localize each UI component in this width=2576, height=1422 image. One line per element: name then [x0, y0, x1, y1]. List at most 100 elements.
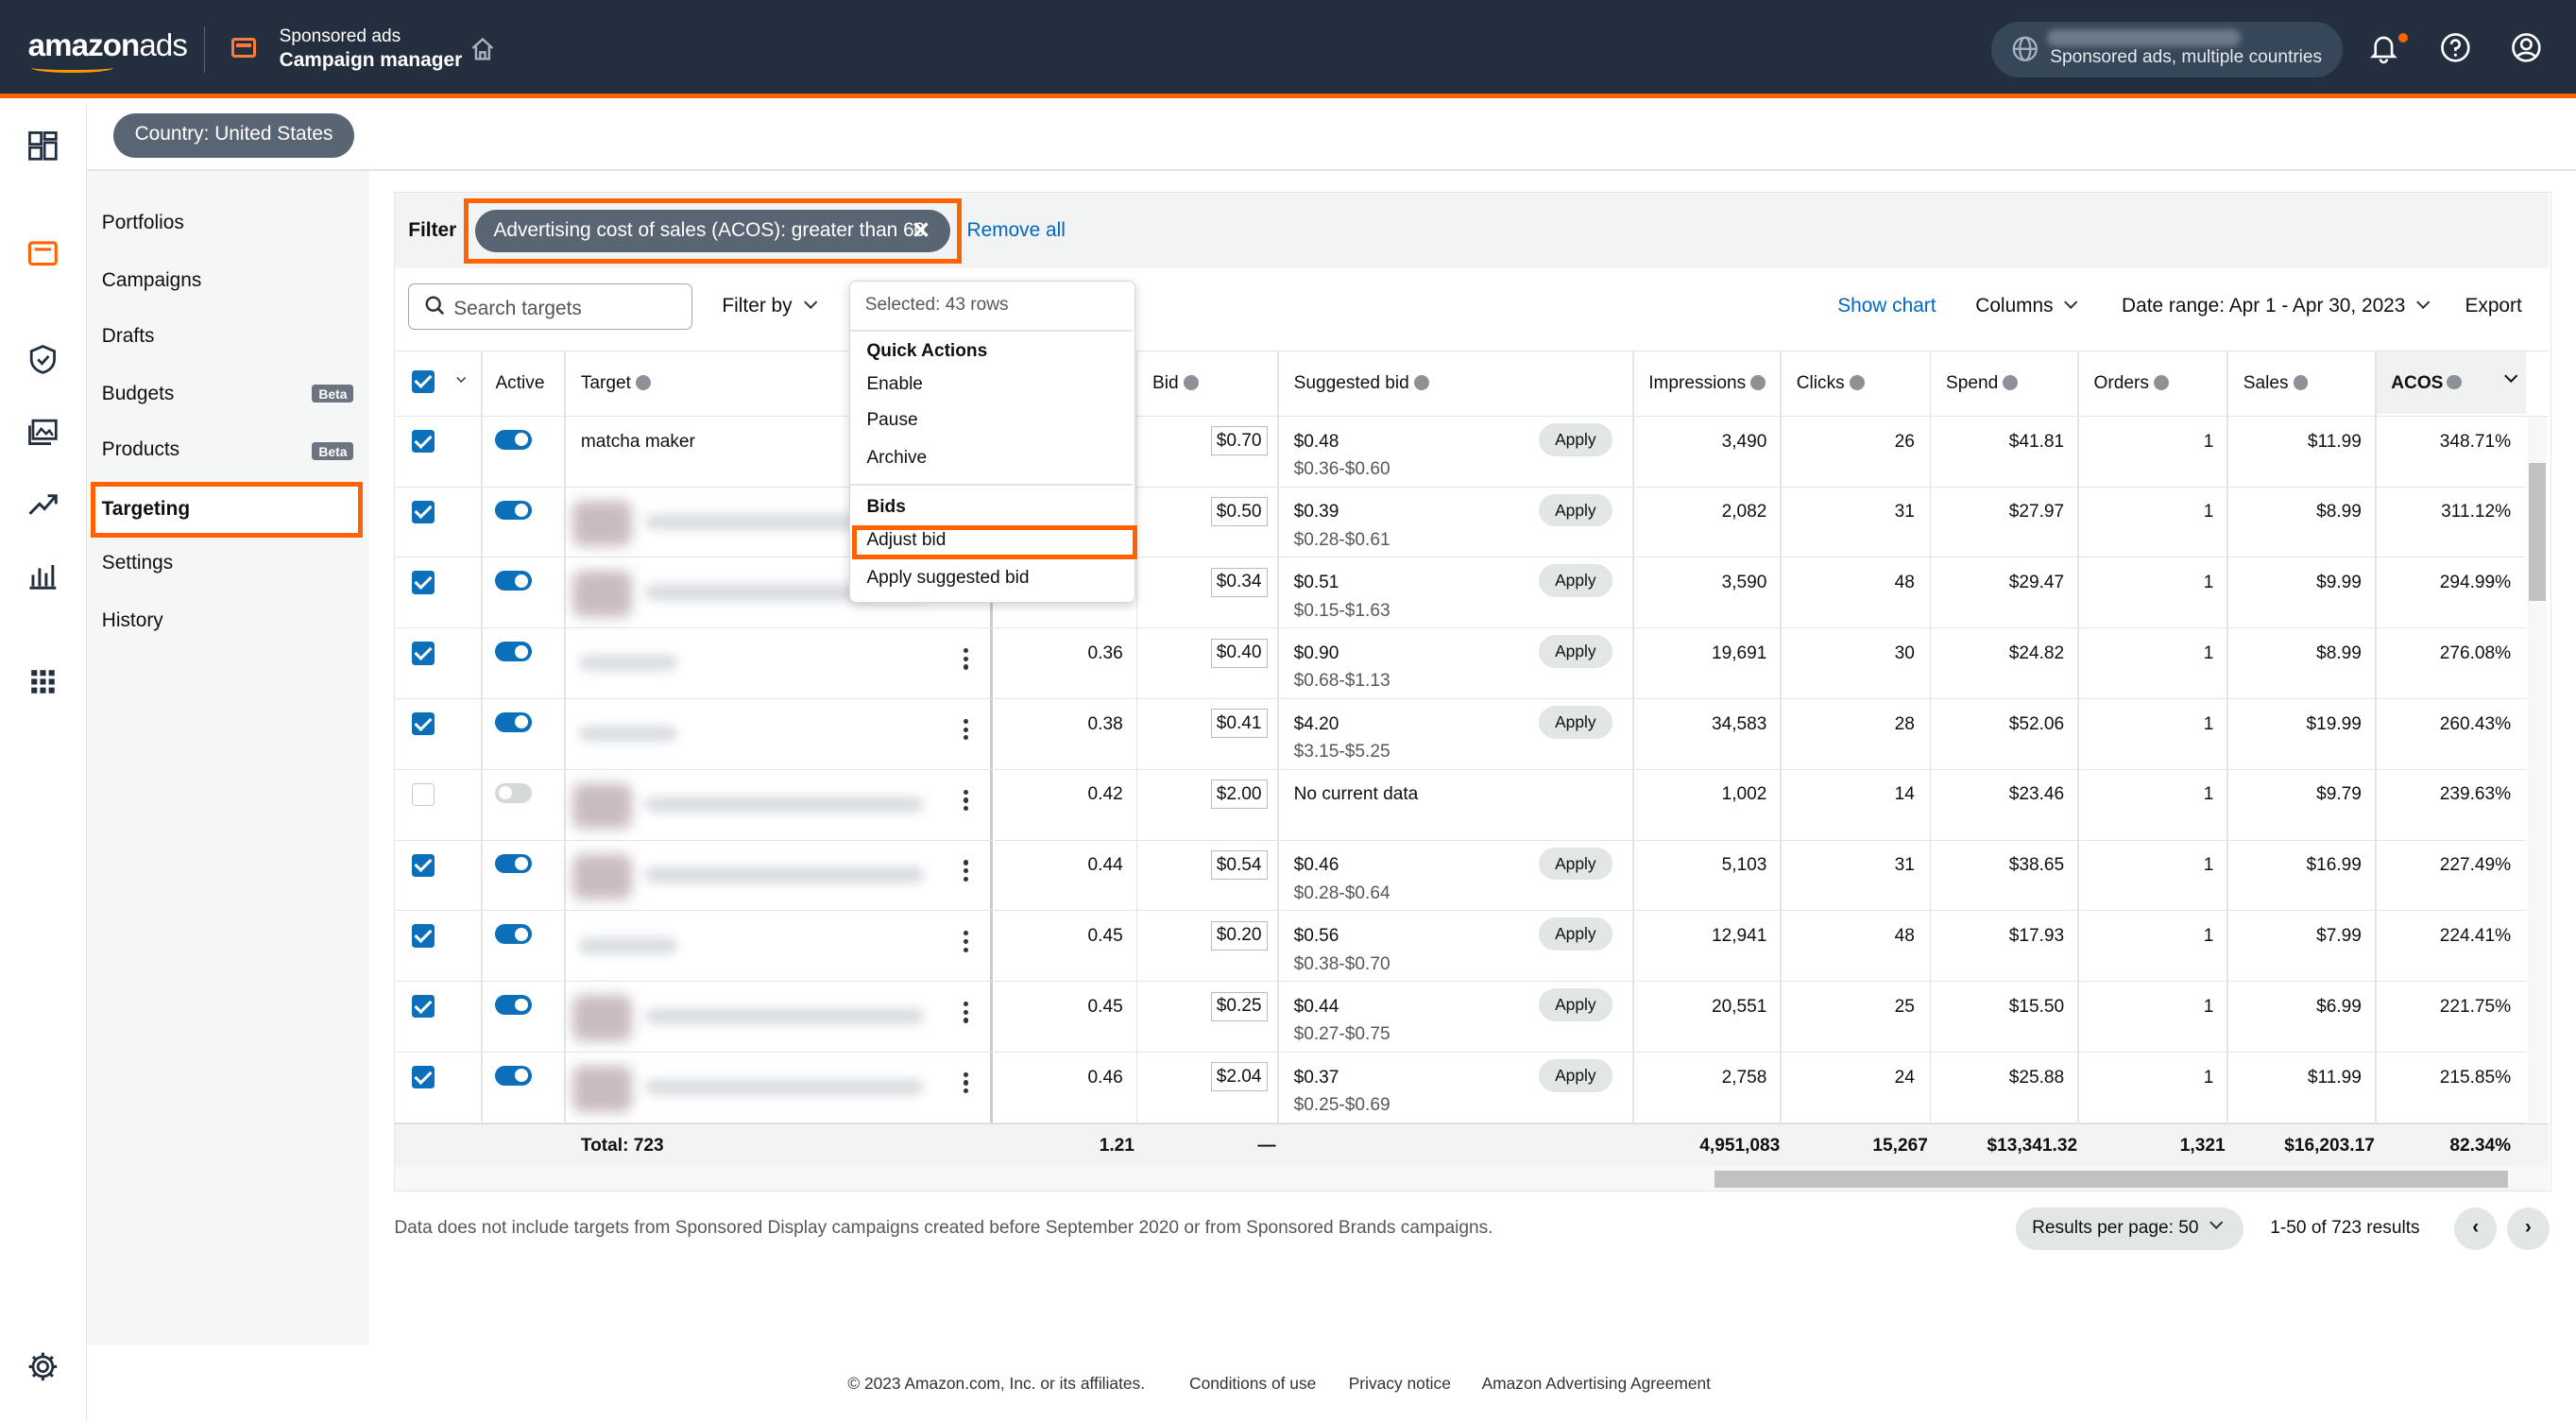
- row-checkbox[interactable]: [411, 782, 435, 807]
- nav-item-campaigns[interactable]: Campaigns: [102, 269, 202, 292]
- results-per-page-select[interactable]: Results per page: 50: [2015, 1208, 2244, 1251]
- row-checkbox[interactable]: [411, 1065, 435, 1089]
- bid-input[interactable]: $0.25: [1210, 991, 1268, 1021]
- bid-input[interactable]: $0.20: [1210, 920, 1268, 951]
- apply-suggested-bid-button[interactable]: Apply: [1538, 917, 1612, 951]
- acos-filter-chip[interactable]: Advertising cost of sales (ACOS): greate…: [475, 209, 950, 252]
- nav-item-settings[interactable]: Settings: [102, 552, 173, 574]
- apps-grid-icon[interactable]: [26, 665, 60, 698]
- column-header-bid[interactable]: Bid: [1152, 373, 1199, 394]
- active-toggle[interactable]: [495, 924, 532, 945]
- active-toggle[interactable]: [495, 853, 532, 874]
- apply-suggested-bid-button[interactable]: Apply: [1538, 847, 1612, 881]
- columns-dropdown[interactable]: Columns: [1975, 295, 2079, 317]
- bid-input[interactable]: $0.50: [1210, 497, 1268, 527]
- bid-input[interactable]: $0.40: [1210, 638, 1268, 668]
- user-account-icon[interactable]: [2510, 31, 2543, 64]
- advertising-agreement-link[interactable]: Amazon Advertising Agreement: [1482, 1374, 1711, 1394]
- column-header-sales[interactable]: Sales: [2243, 373, 2309, 394]
- brand-protection-shield-icon[interactable]: [26, 343, 60, 376]
- bid-input[interactable]: $0.34: [1210, 567, 1268, 597]
- previous-page-button[interactable]: ‹: [2454, 1208, 2498, 1251]
- apply-suggested-bid-button[interactable]: Apply: [1538, 493, 1612, 527]
- row-checkbox[interactable]: [411, 642, 435, 665]
- nav-item-drafts[interactable]: Drafts: [102, 325, 155, 348]
- show-chart-link[interactable]: Show chart: [1837, 295, 1936, 317]
- country-selector[interactable]: Country: United States: [112, 112, 355, 158]
- home-icon[interactable]: [469, 36, 496, 62]
- bid-input[interactable]: $0.41: [1210, 709, 1268, 739]
- campaign-manager-rail-icon[interactable]: [26, 236, 60, 269]
- info-icon[interactable]: [1183, 375, 1199, 390]
- column-header-orders[interactable]: Orders: [2093, 373, 2169, 394]
- media-library-icon[interactable]: [26, 416, 60, 449]
- chevron-down-icon[interactable]: [455, 373, 467, 384]
- next-page-button[interactable]: ›: [2506, 1208, 2550, 1251]
- active-toggle[interactable]: [495, 429, 532, 450]
- active-toggle[interactable]: [495, 711, 532, 732]
- info-icon[interactable]: [2447, 374, 2462, 390]
- bid-input[interactable]: $0.54: [1210, 850, 1268, 880]
- active-toggle[interactable]: [495, 1065, 532, 1086]
- nav-item-targeting[interactable]: Targeting: [90, 481, 364, 538]
- bell-icon[interactable]: [2367, 31, 2400, 64]
- active-toggle[interactable]: [495, 782, 532, 803]
- dashboard-icon[interactable]: [26, 129, 60, 163]
- column-header-suggested-bid[interactable]: Suggested bid: [1294, 373, 1429, 394]
- row-checkbox[interactable]: [411, 711, 435, 736]
- active-toggle[interactable]: [495, 571, 532, 591]
- scroll-thumb[interactable]: [2529, 462, 2546, 601]
- reports-bar-chart-icon[interactable]: [26, 558, 60, 591]
- horizontal-scrollbar[interactable]: [395, 1165, 2550, 1191]
- info-icon[interactable]: [636, 375, 651, 390]
- menu-item-archive[interactable]: Archive: [866, 448, 927, 469]
- amazon-ads-logo[interactable]: amazonads: [28, 28, 188, 64]
- nav-item-portfolios[interactable]: Portfolios: [102, 212, 184, 234]
- help-icon[interactable]: [2439, 31, 2472, 64]
- bid-input[interactable]: $2.00: [1210, 780, 1268, 810]
- menu-item-apply-suggested-bid[interactable]: Apply suggested bid: [866, 568, 1029, 589]
- nav-item-budgets[interactable]: Budgets: [102, 383, 175, 405]
- apply-suggested-bid-button[interactable]: Apply: [1538, 564, 1612, 598]
- conditions-of-use-link[interactable]: Conditions of use: [1189, 1374, 1316, 1394]
- row-checkbox[interactable]: [411, 500, 435, 523]
- nav-item-history[interactable]: History: [102, 609, 163, 632]
- settings-gear-icon[interactable]: [26, 1350, 60, 1383]
- column-header-acos[interactable]: ACOS: [2376, 351, 2526, 415]
- date-range-picker[interactable]: Date range: Apr 1 - Apr 30, 2023: [2122, 295, 2431, 317]
- menu-item-enable[interactable]: Enable: [866, 374, 923, 395]
- info-icon[interactable]: [1750, 375, 1766, 390]
- privacy-notice-link[interactable]: Privacy notice: [1349, 1374, 1451, 1394]
- scroll-thumb[interactable]: [1714, 1171, 2508, 1188]
- column-header-spend[interactable]: Spend: [1946, 373, 2019, 394]
- nav-item-products[interactable]: Products: [102, 438, 179, 461]
- bid-input[interactable]: $0.70: [1210, 426, 1268, 456]
- more-actions-icon[interactable]: [964, 718, 969, 741]
- column-header-active[interactable]: Active: [495, 373, 544, 394]
- more-actions-icon[interactable]: [964, 931, 969, 952]
- apply-suggested-bid-button[interactable]: Apply: [1538, 422, 1612, 456]
- search-targets-input[interactable]: Search targets: [408, 283, 693, 330]
- apply-suggested-bid-button[interactable]: Apply: [1538, 706, 1612, 739]
- info-icon[interactable]: [2154, 375, 2169, 390]
- more-actions-icon[interactable]: [964, 1071, 969, 1094]
- menu-item-adjust-bid[interactable]: Adjust bid: [866, 530, 946, 551]
- info-icon[interactable]: [2293, 375, 2309, 390]
- select-all-checkbox[interactable]: [411, 369, 435, 393]
- row-checkbox[interactable]: [411, 995, 435, 1019]
- close-icon[interactable]: ✕: [912, 216, 930, 245]
- apply-suggested-bid-button[interactable]: Apply: [1538, 635, 1612, 668]
- column-header-impressions[interactable]: Impressions: [1648, 373, 1766, 394]
- active-toggle[interactable]: [495, 995, 532, 1015]
- account-selector[interactable]: Sponsored ads, multiple countries: [1990, 21, 2343, 77]
- export-button[interactable]: Export: [2465, 295, 2521, 317]
- menu-item-pause[interactable]: Pause: [866, 410, 917, 431]
- row-checkbox[interactable]: [411, 429, 435, 454]
- more-actions-icon[interactable]: [964, 860, 969, 882]
- info-icon[interactable]: [1413, 375, 1429, 390]
- apply-suggested-bid-button[interactable]: Apply: [1538, 988, 1612, 1021]
- row-checkbox[interactable]: [411, 571, 435, 594]
- more-actions-icon[interactable]: [964, 1002, 969, 1023]
- active-toggle[interactable]: [495, 642, 532, 662]
- bid-input[interactable]: $2.04: [1210, 1062, 1268, 1092]
